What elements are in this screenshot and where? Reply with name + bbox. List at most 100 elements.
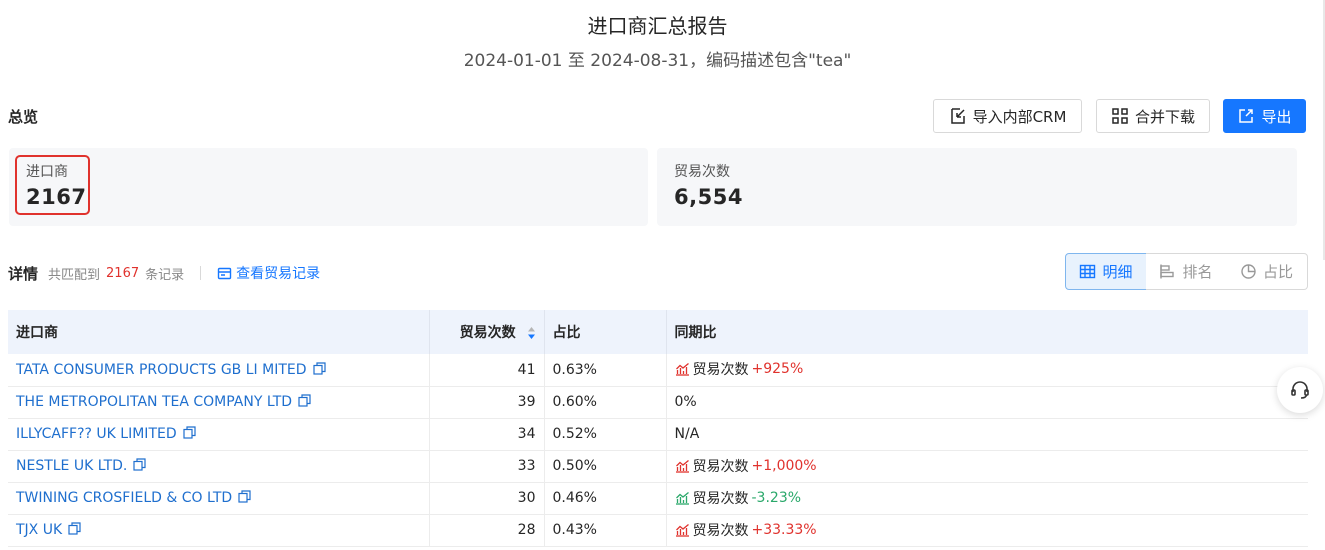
- details-heading: 详情: [8, 264, 39, 283]
- trend-chart-icon: [675, 363, 689, 376]
- yoy-cell: N/A: [666, 418, 1308, 451]
- export-icon: [1239, 109, 1254, 123]
- trade-count-cell: 28: [429, 514, 545, 547]
- trade-count-cell: 30: [429, 482, 545, 515]
- importer-name-link[interactable]: THE METROPOLITAN TEA COMPANY LTD: [16, 394, 292, 410]
- stat-card-trades: 贸易次数 6,554: [657, 148, 1297, 226]
- yoy-value: +1,000%: [751, 457, 817, 474]
- tab-detail[interactable]: 明细: [1065, 253, 1147, 290]
- import-icon: [950, 108, 965, 124]
- import-crm-label: 导入内部CRM: [972, 107, 1067, 126]
- copy-icon[interactable]: [133, 458, 146, 471]
- yoy-cell: 0%: [666, 386, 1308, 419]
- yoy-value: 0%: [674, 394, 697, 410]
- table-icon: [1080, 264, 1096, 279]
- share-cell: 0.43%: [544, 514, 667, 547]
- share-cell: 0.52%: [544, 418, 667, 451]
- yoy-cell: 贸易次数 -3.23%: [666, 482, 1308, 515]
- importer-name-link[interactable]: NESTLE UK LTD.: [16, 458, 127, 474]
- page-subtitle: 2024-01-01 至 2024-08-31，编码描述包含"tea": [463, 51, 852, 71]
- column-header-trade-count[interactable]: 贸易次数: [429, 310, 545, 354]
- merge-download-icon: [1112, 108, 1128, 124]
- table-row: NESTLE UK LTD. 33 0.50% 贸易次数 +1,000%: [8, 450, 1308, 483]
- copy-icon[interactable]: [238, 490, 251, 503]
- column-header-share: 占比: [544, 310, 667, 354]
- table-row: TATA CONSUMER PRODUCTS GB LI MITED 41 0.63…: [8, 354, 1308, 387]
- tab-share-label: 占比: [1262, 263, 1293, 281]
- match-prefix: 共匹配到: [48, 267, 101, 283]
- yoy-value: N/A: [674, 426, 700, 442]
- merge-download-label: 合并下载: [1134, 107, 1195, 126]
- importer-name-link[interactable]: TJX UK: [16, 522, 62, 538]
- yoy-value: +925%: [751, 361, 804, 378]
- share-cell: 0.60%: [544, 386, 667, 419]
- trend-chart-icon: [675, 459, 689, 473]
- view-records-link[interactable]: 查看贸易记录: [217, 263, 320, 283]
- share-cell: 0.63%: [544, 354, 667, 387]
- overview-heading: 总览: [8, 108, 39, 126]
- stat-card-importers: 进口商 2167: [9, 148, 648, 226]
- table-row: ILLYCAFF?? UK LIMITED 34 0.52% N/A: [8, 418, 1308, 451]
- highlight-box: [15, 155, 90, 215]
- table-row: TJX UK 28 0.43% 贸易次数 +33.33%: [8, 514, 1308, 547]
- stat-label: 贸易次数: [674, 164, 730, 180]
- column-header-importer: 进口商: [8, 310, 430, 354]
- divider: [200, 266, 202, 280]
- importer-name-link[interactable]: ILLYCAFF?? UK LIMITED: [16, 426, 177, 442]
- headset-icon: [1291, 381, 1309, 399]
- yoy-cell: 贸易次数 +925%: [666, 354, 1308, 387]
- share-cell: 0.50%: [544, 450, 667, 483]
- tab-detail-label: 明细: [1102, 263, 1133, 281]
- copy-icon[interactable]: [183, 426, 196, 439]
- copy-icon[interactable]: [312, 362, 326, 375]
- importer-cell[interactable]: ILLYCAFF?? UK LIMITED: [8, 418, 430, 451]
- stat-value: 6,554: [674, 185, 743, 209]
- table-row: THE METROPOLITAN TEA COMPANY LTD 39 0.60% 0…: [8, 386, 1308, 419]
- trend-chart-icon: [675, 491, 689, 505]
- tab-rank[interactable]: 排名: [1146, 253, 1227, 290]
- share-cell: 0.46%: [544, 482, 667, 515]
- table-row: TWINING CROSFIELD & CO LTD 30 0.46% 贸易次数 -3.…: [8, 482, 1308, 515]
- yoy-label: 贸易次数: [692, 490, 749, 507]
- view-records-label: 查看贸易记录: [236, 266, 321, 282]
- importer-cell[interactable]: TWINING CROSFIELD & CO LTD: [8, 482, 430, 515]
- trade-count-cell: 34: [429, 418, 545, 451]
- importer-name-link[interactable]: TATA CONSUMER PRODUCTS GB LI MITED: [16, 362, 307, 378]
- copy-icon[interactable]: [68, 522, 81, 535]
- merge-download-button[interactable]: 合并下载: [1096, 99, 1210, 133]
- yoy-cell: 贸易次数 +1,000%: [666, 450, 1308, 483]
- trade-count-cell: 39: [429, 386, 545, 419]
- yoy-value: +33.33%: [751, 521, 817, 538]
- copy-icon[interactable]: [298, 394, 311, 407]
- tab-rank-label: 排名: [1182, 263, 1213, 281]
- tab-share[interactable]: 占比: [1226, 253, 1308, 290]
- importer-cell[interactable]: THE METROPOLITAN TEA COMPANY LTD: [8, 386, 430, 419]
- pie-icon: [1241, 264, 1256, 279]
- rank-bar-icon: [1160, 264, 1175, 279]
- export-button[interactable]: 导出: [1223, 99, 1306, 133]
- trade-count-cell: 41: [429, 354, 545, 387]
- export-label: 导出: [1261, 107, 1292, 126]
- page-title: 进口商汇总报告: [587, 14, 728, 38]
- importer-cell[interactable]: TATA CONSUMER PRODUCTS GB LI MITED: [8, 354, 430, 387]
- details-bar: 详情 共匹配到 2167 条记录 查看贸易记录: [8, 262, 320, 284]
- support-button[interactable]: [1277, 367, 1323, 413]
- records-icon: [217, 267, 232, 279]
- importer-cell[interactable]: NESTLE UK LTD.: [8, 450, 430, 483]
- yoy-value: -3.23%: [751, 489, 802, 506]
- yoy-cell: 贸易次数 +33.33%: [666, 514, 1308, 547]
- yoy-label: 贸易次数: [692, 522, 749, 539]
- importer-cell[interactable]: TJX UK: [8, 514, 430, 547]
- sort-icon[interactable]: [527, 326, 536, 340]
- import-crm-button[interactable]: 导入内部CRM: [933, 99, 1082, 133]
- column-header-yoy: 同期比: [666, 310, 1308, 354]
- match-count: 2167: [106, 265, 140, 281]
- yoy-label: 贸易次数: [692, 362, 749, 379]
- yoy-label: 贸易次数: [692, 458, 749, 475]
- match-suffix: 条记录: [145, 267, 185, 283]
- table-header-row: 进口商 贸易次数 占比 同期比: [8, 310, 1308, 354]
- importer-name-link[interactable]: TWINING CROSFIELD & CO LTD: [16, 490, 232, 506]
- importer-table: 进口商 贸易次数 占比 同期比 TATA CONSUMER PRODUCTS G…: [8, 310, 1308, 547]
- trade-count-cell: 33: [429, 450, 545, 483]
- trend-chart-icon: [675, 523, 689, 537]
